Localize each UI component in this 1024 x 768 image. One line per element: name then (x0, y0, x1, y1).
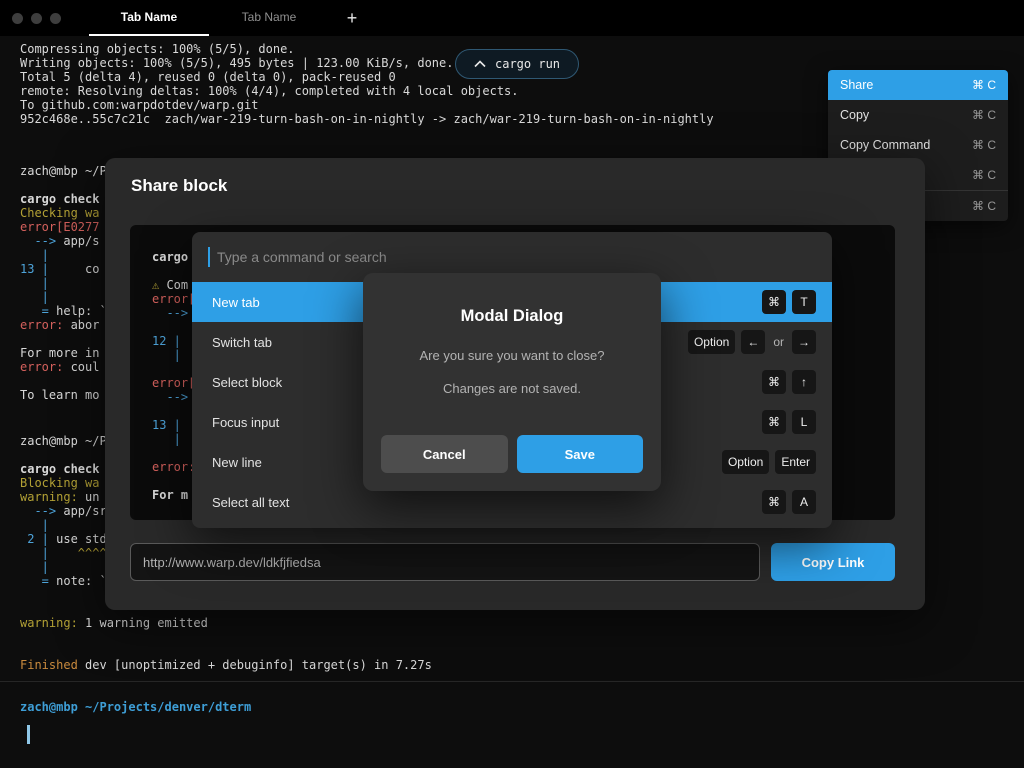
share-url-input[interactable] (130, 543, 760, 581)
titlebar: Tab Name Tab Name + (0, 0, 1024, 36)
palette-item-shortcuts: ⌘L (762, 410, 816, 434)
block-separator (0, 681, 1024, 682)
cargo-run-pill-label: cargo run (495, 57, 560, 71)
cancel-button[interactable]: Cancel (381, 435, 508, 473)
keycap-l: L (792, 410, 816, 434)
menu-item-share[interactable]: Share ⌘ C (828, 70, 1008, 100)
terminal-line: Compressing objects: 100% (5/5), done. (20, 42, 714, 56)
palette-item-label: Focus input (212, 415, 279, 430)
terminal-line: warning: 1 warning emitted (20, 616, 432, 630)
palette-item-shortcuts: ⌘T (762, 290, 816, 314)
terminal-line (20, 332, 114, 346)
terminal-line: Finished dev [unoptimized + debuginfo] t… (20, 658, 432, 672)
copy-link-button[interactable]: Copy Link (771, 543, 895, 581)
terminal-line: | (20, 248, 114, 262)
palette-item-label: New tab (212, 295, 260, 310)
palette-item-label: Switch tab (212, 335, 272, 350)
terminal-line: For more in (20, 346, 114, 360)
menu-item-shortcut: ⌘ C (972, 78, 996, 92)
menu-item-shortcut: ⌘ C (972, 199, 996, 213)
chevron-up-icon (474, 60, 486, 68)
close-button[interactable] (12, 13, 23, 24)
modal-dialog: Modal Dialog Are you sure you want to cl… (363, 273, 661, 491)
menu-item-label: Share (840, 78, 873, 92)
terminal-line: cargo check (20, 192, 114, 206)
terminal-line: Writing objects: 100% (5/5), 495 bytes |… (20, 56, 714, 70)
palette-item-shortcuts: OptionEnter (722, 450, 816, 474)
terminal-line: 952c468e..55c7c21c zach/war-219-turn-bas… (20, 112, 714, 126)
terminal-line: | (20, 276, 114, 290)
tab-2-label: Tab Name (242, 10, 297, 24)
terminal-line: 13 | co (20, 262, 114, 276)
shell-prompt: zach@mbp ~/Projects/denver/dterm (20, 700, 251, 714)
menu-item-shortcut: ⌘ C (972, 138, 996, 152)
keycap-⌘: ⌘ (762, 370, 786, 394)
tab-2[interactable]: Tab Name (209, 0, 329, 36)
tab-1-label: Tab Name (121, 10, 177, 24)
keycap-⌘: ⌘ (762, 490, 786, 514)
palette-item-shortcuts: Option← or → (688, 330, 816, 354)
dialog-buttons: Cancel Save (381, 435, 643, 473)
cargo-run-pill-button[interactable]: cargo run (455, 49, 579, 79)
keycap-enter: Enter (775, 450, 816, 474)
menu-item-label: Copy Command (840, 138, 930, 152)
new-tab-button[interactable]: + (329, 0, 375, 36)
terminal-line (20, 178, 114, 192)
dialog-message-1: Are you sure you want to close? (363, 348, 661, 363)
terminal-line: Total 5 (delta 4), reused 0 (delta 0), p… (20, 70, 714, 84)
menu-item-shortcut: ⌘ C (972, 108, 996, 122)
palette-search-input[interactable] (217, 249, 816, 265)
palette-item-shortcuts: ⌘A (762, 490, 816, 514)
terminal-line: = help: ` (20, 304, 114, 318)
terminal-line: To learn mo (20, 388, 114, 402)
terminal-line: error: coul (20, 360, 114, 374)
terminal-line: To github.com:warpdotdev/warp.git (20, 98, 714, 112)
palette-item-label: Select all text (212, 495, 289, 510)
terminal-line (20, 644, 432, 658)
menu-item-copy[interactable]: Copy ⌘ C (828, 100, 1008, 130)
text-caret (208, 247, 210, 267)
terminal-line: --> app/s (20, 234, 114, 248)
keycap-option: Option (722, 450, 769, 474)
dialog-message-2: Changes are not saved. (363, 381, 661, 396)
warp-terminal-window: Tab Name Tab Name + Compressing objects:… (0, 0, 1024, 768)
terminal-line: error: abor (20, 318, 114, 332)
minimize-button[interactable] (31, 13, 42, 24)
keycap-a: A (792, 490, 816, 514)
keycap-←: ← (741, 330, 765, 354)
terminal-line: error[E0277 (20, 220, 114, 234)
keycap-↑: ↑ (792, 370, 816, 394)
menu-item-label: Copy (840, 108, 869, 122)
palette-item-label: Select block (212, 375, 282, 390)
terminal-output-git-push: Compressing objects: 100% (5/5), done.Wr… (20, 42, 714, 126)
share-modal-title: Share block (131, 176, 227, 196)
tab-bar: Tab Name Tab Name (89, 0, 329, 36)
window-controls (12, 0, 61, 36)
shortcut-connector-text: or (773, 335, 784, 349)
terminal-line: Checking wa (20, 206, 114, 220)
terminal-cursor (27, 725, 30, 744)
maximize-button[interactable] (50, 13, 61, 24)
keycap-⌘: ⌘ (762, 410, 786, 434)
keycap-t: T (792, 290, 816, 314)
keycap-→: → (792, 330, 816, 354)
terminal-line (20, 374, 114, 388)
terminal-line: zach@mbp ~/Pr (20, 164, 114, 178)
palette-item-label: New line (212, 455, 262, 470)
terminal-line: remote: Resolving deltas: 100% (4/4), co… (20, 84, 714, 98)
keycap-option: Option (688, 330, 735, 354)
save-button[interactable]: Save (517, 435, 644, 473)
tab-1[interactable]: Tab Name (89, 0, 209, 36)
palette-item-shortcuts: ⌘↑ (762, 370, 816, 394)
menu-item-copy-command[interactable]: Copy Command ⌘ C (828, 130, 1008, 160)
terminal-line (20, 630, 432, 644)
terminal-output-cargo-check-errors: zach@mbp ~/Pr cargo checkChecking waerro… (20, 164, 114, 402)
dialog-title: Modal Dialog (363, 307, 661, 326)
terminal-line: | (20, 290, 114, 304)
keycap-⌘: ⌘ (762, 290, 786, 314)
menu-item-shortcut: ⌘ C (972, 168, 996, 182)
